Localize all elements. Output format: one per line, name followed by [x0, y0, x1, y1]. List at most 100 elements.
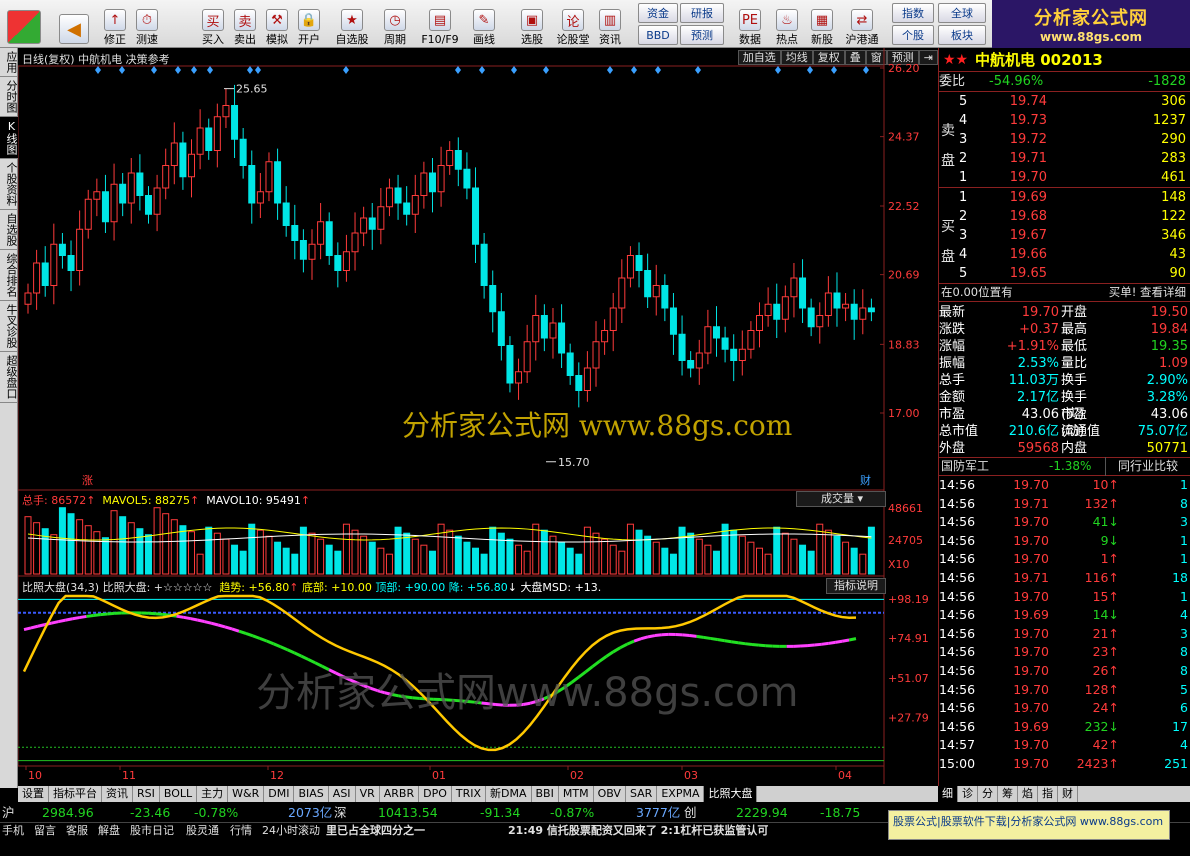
- back-button[interactable]: ◀: [56, 2, 92, 46]
- indicator-tab-7[interactable]: DMI: [264, 786, 295, 802]
- toolbar-button-13[interactable]: PE 数据: [734, 2, 766, 46]
- indicator-tab-0[interactable]: 设置: [18, 786, 49, 802]
- toolbar-button-6[interactable]: ★ 自选股: [332, 2, 372, 46]
- indicator-tab-14[interactable]: 新DMA: [486, 786, 532, 802]
- indicator-tab-5[interactable]: 主力: [197, 786, 229, 802]
- sell-order-row[interactable]: 5 19.74 306: [939, 92, 1190, 111]
- left-tab-4[interactable]: 自选股: [0, 210, 18, 250]
- toolbar-button-0[interactable]: ↑ 修正: [100, 2, 130, 46]
- toolbar-button-1[interactable]: ⏱ 测速: [132, 2, 162, 46]
- position-detail-link[interactable]: 买单! 查看详细: [1089, 283, 1190, 302]
- right-tab-6[interactable]: 财: [1058, 786, 1078, 802]
- tick-time: 14:56: [939, 681, 976, 697]
- status-item-0[interactable]: 手机: [2, 823, 24, 839]
- right-tab-2[interactable]: 分: [978, 786, 998, 802]
- sector-name[interactable]: 国防军工: [939, 457, 1049, 476]
- indicator-tab-10[interactable]: VR: [356, 786, 380, 802]
- indicator-tab-16[interactable]: MTM: [559, 786, 594, 802]
- indicator-tab-9[interactable]: ASI: [329, 786, 356, 802]
- indicator-tab-1[interactable]: 指标平台: [49, 786, 102, 802]
- indicator-tab-3[interactable]: RSI: [133, 786, 160, 802]
- toolbar-button-16[interactable]: ⇄ 沪港通: [842, 2, 882, 46]
- indicator-tab-19[interactable]: EXPMA: [657, 786, 705, 802]
- indicator-tab-12[interactable]: DPO: [419, 786, 452, 802]
- tick-volume: 116↑: [1051, 569, 1123, 588]
- left-tab-7[interactable]: 超级盘口: [0, 352, 18, 403]
- toolbar-button-3[interactable]: 卖卖出: [230, 2, 260, 46]
- news-ticker-2[interactable]: 21:49 信托股票配资又回来了 2:1杠杆已获监管认可: [508, 823, 768, 839]
- right-tab-0[interactable]: 细: [938, 786, 958, 802]
- sell-order-row[interactable]: 2 19.71 283: [939, 149, 1190, 168]
- research-button[interactable]: 研报: [680, 3, 724, 23]
- indicator-tab-11[interactable]: ARBR: [380, 786, 420, 802]
- toolbar-button-2[interactable]: 买买入: [198, 2, 228, 46]
- status-item-1[interactable]: 留言: [34, 823, 56, 839]
- right-tab-1[interactable]: 诊: [958, 786, 978, 802]
- toolbar-button-15[interactable]: ▦ 新股: [808, 2, 836, 46]
- candle-body: [549, 322, 557, 339]
- status-item-7[interactable]: 24小时滚动: [262, 823, 320, 839]
- buy-order-row[interactable]: 1 19.69 148: [939, 188, 1190, 207]
- left-tab-6[interactable]: 牛叉诊股: [0, 301, 18, 352]
- left-tab-0[interactable]: 应用: [0, 48, 18, 77]
- indicator-tab-18[interactable]: SAR: [626, 786, 658, 802]
- indicator-tab-2[interactable]: 资讯: [102, 786, 133, 802]
- sector-button[interactable]: 板块: [938, 25, 986, 45]
- left-tab-1[interactable]: 分时图: [0, 77, 18, 117]
- toolbar-button-7[interactable]: ◷ 周期: [378, 2, 412, 46]
- stock-button[interactable]: 个股: [892, 25, 934, 45]
- status-item-6[interactable]: 行情: [230, 823, 252, 839]
- toolbar-button-4[interactable]: ⚒ 模拟: [262, 2, 292, 46]
- status-item-4[interactable]: 股市日记: [130, 823, 174, 839]
- left-tab-5[interactable]: 综合排名: [0, 250, 18, 301]
- buy-order-row[interactable]: 3 19.67 346: [939, 226, 1190, 245]
- toolbar-button-9[interactable]: ✎ 画线: [466, 2, 502, 46]
- indicator-tab-13[interactable]: TRIX: [452, 786, 487, 802]
- right-tab-5[interactable]: 指: [1038, 786, 1058, 802]
- right-tab-3[interactable]: 筹: [998, 786, 1018, 802]
- toolbar-button-12[interactable]: ▥ 资讯: [596, 2, 624, 46]
- indicator-tab-17[interactable]: OBV: [594, 786, 626, 802]
- status-item-3[interactable]: 解盘: [98, 823, 120, 839]
- toolbar-label-10: 选股: [521, 33, 543, 46]
- sell-order-row[interactable]: 1 19.70 461: [939, 168, 1190, 187]
- sell-order-row[interactable]: 4 19.73 1237: [939, 111, 1190, 130]
- buy-order-row[interactable]: 2 19.68 122: [939, 207, 1190, 226]
- toolbar-button-10[interactable]: ▣ 选股: [514, 2, 550, 46]
- ad-banner[interactable]: 股票公式|股票软件下载|分析家公式网 www.88gs.com: [888, 810, 1170, 840]
- indicator-tab-6[interactable]: W&R: [228, 786, 265, 802]
- sector-compare-button[interactable]: 同行业比较: [1105, 457, 1190, 476]
- right-tab-4[interactable]: 焰: [1018, 786, 1038, 802]
- global-button[interactable]: 全球: [938, 3, 986, 23]
- volume-selector[interactable]: 成交量 ▾: [796, 491, 886, 507]
- buy-order-row[interactable]: 5 19.65 90: [939, 264, 1190, 283]
- toolbar-button-14[interactable]: ♨ 热点: [772, 2, 802, 46]
- indicator-tab-20[interactable]: 比照大盘: [704, 786, 758, 802]
- star-icon[interactable]: ★★: [943, 48, 968, 72]
- ind-trend-segment: [217, 623, 226, 629]
- status-item-5[interactable]: 股灵通: [186, 823, 219, 839]
- volume-bar: [626, 523, 634, 575]
- bbd-button[interactable]: BBD: [638, 25, 678, 45]
- index-button[interactable]: 指数: [892, 3, 934, 23]
- left-tab-3[interactable]: 个股资料: [0, 159, 18, 210]
- status-item-2[interactable]: 客服: [66, 823, 88, 839]
- toolbar-button-11[interactable]: 论论股堂: [554, 2, 592, 46]
- news-ticker-1[interactable]: 里已占全球四分之一: [326, 823, 425, 839]
- left-tab-2[interactable]: K线图: [0, 117, 18, 159]
- toolbar-button-8[interactable]: ▤ F10/F9: [418, 2, 462, 46]
- indicator-tab-4[interactable]: BOLL: [160, 786, 198, 802]
- volume-bar: [41, 528, 49, 575]
- indicator-tab-15[interactable]: BBI: [532, 786, 559, 802]
- position-row: 在0.00位置有 买单! 查看详细: [939, 284, 1190, 302]
- indicator-tab-8[interactable]: BIAS: [294, 786, 329, 802]
- sz-amount: 3777亿: [636, 805, 681, 820]
- stat-row: 外盘 59568 内盘 50771: [939, 440, 1190, 457]
- fund-button[interactable]: 资金: [638, 3, 678, 23]
- forecast-button[interactable]: 预测: [680, 25, 724, 45]
- toolbar-button-5[interactable]: 🔒 开户: [294, 2, 324, 46]
- app-logo-icon[interactable]: [4, 2, 44, 46]
- sell-order-row[interactable]: 3 19.72 290: [939, 130, 1190, 149]
- indicator-explain-button[interactable]: 指标说明: [826, 578, 886, 594]
- buy-order-row[interactable]: 4 19.66 43: [939, 245, 1190, 264]
